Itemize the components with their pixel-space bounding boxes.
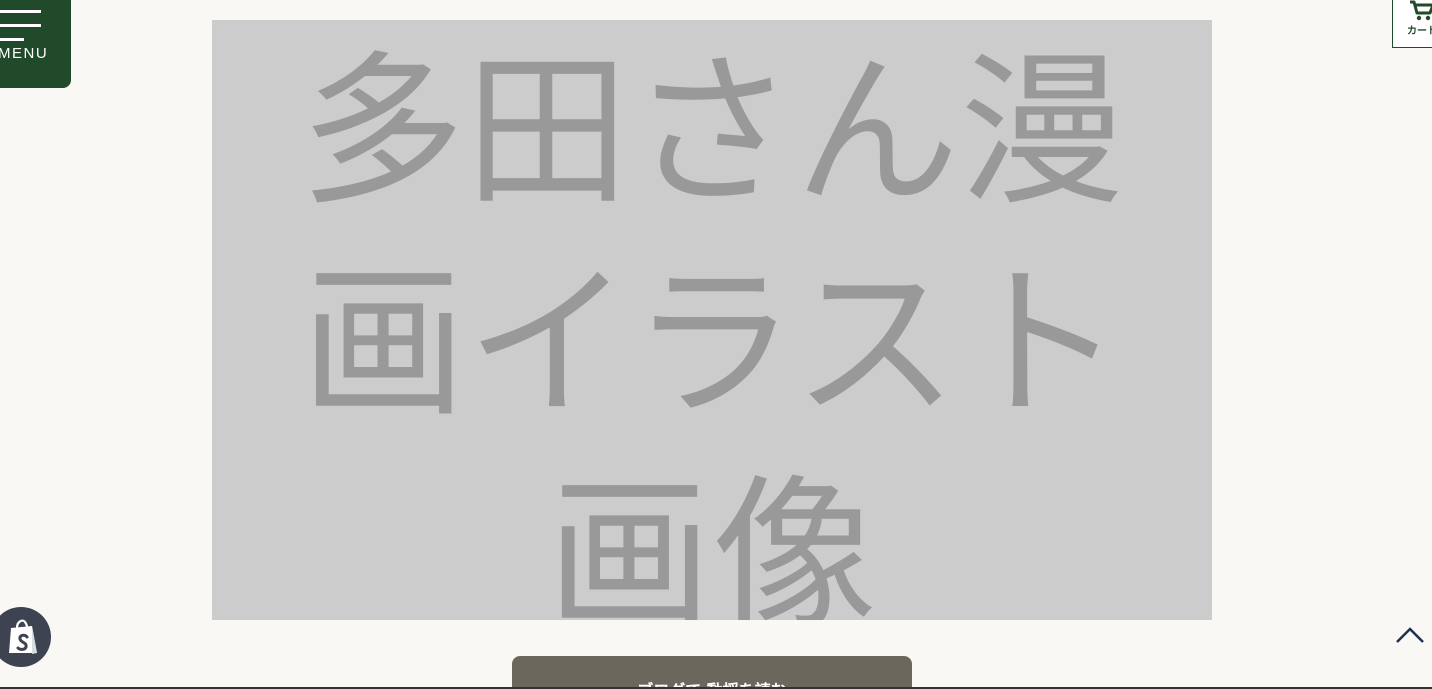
hamburger-icon-bar bbox=[0, 24, 41, 27]
hero-placeholder-text: 多田さん漫画イラスト画像 bbox=[299, 36, 1125, 620]
cart-label: カート bbox=[1407, 26, 1432, 37]
hamburger-icon-bar bbox=[0, 10, 41, 13]
cart-button[interactable]: カート bbox=[1392, 0, 1432, 48]
shopping-cart-icon bbox=[1410, 0, 1432, 21]
hamburger-icon-bar bbox=[0, 38, 24, 41]
shopify-badge[interactable] bbox=[0, 607, 51, 667]
read-blog-button[interactable]: ブログで 動揺を読む bbox=[512, 656, 912, 689]
menu-button[interactable]: MENU bbox=[0, 0, 71, 88]
menu-label: MENU bbox=[0, 45, 49, 62]
shopify-bag-icon bbox=[9, 619, 37, 654]
back-to-top-button[interactable] bbox=[1394, 622, 1426, 648]
hero-image-placeholder: 多田さん漫画イラスト画像 bbox=[212, 20, 1212, 620]
page: MENU カート 多田さん漫画イラスト画像 ブログで 動揺を読む bbox=[0, 0, 1432, 689]
